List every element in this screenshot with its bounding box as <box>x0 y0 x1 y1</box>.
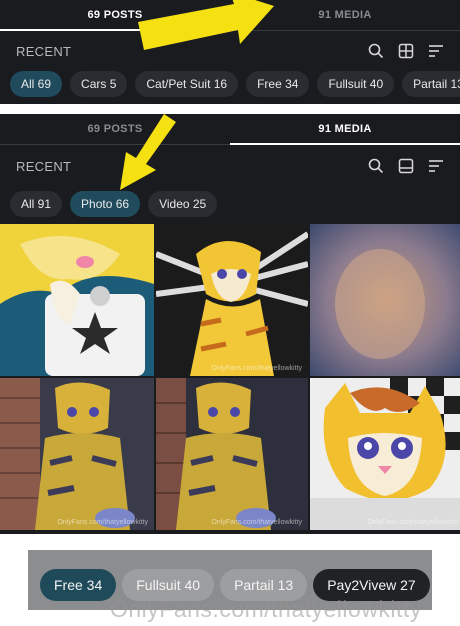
sort-label: RECENT <box>16 158 72 174</box>
sort-icon[interactable] <box>428 43 444 59</box>
list-icon[interactable] <box>398 158 414 174</box>
chip-all[interactable]: All 91 <box>10 191 63 217</box>
media-watermark: OnlyFans.com/thatyellowkitty <box>367 519 458 526</box>
tab-media[interactable]: 91 MEDIA <box>230 0 460 30</box>
tab-bar: 69 POSTS 91 MEDIA <box>0 114 460 145</box>
chip-partail[interactable]: Partail 13 <box>402 71 460 97</box>
media-thumbnail-blurred[interactable] <box>310 224 460 376</box>
tab-bar: 69 POSTS 91 MEDIA <box>0 0 460 31</box>
chip-fullsuit[interactable]: Fullsuit 40 <box>317 71 395 97</box>
media-watermark: OnlyFans.com/thatyellowkitty <box>211 365 302 372</box>
search-icon[interactable] <box>368 158 384 174</box>
filter-chips: All 69 Cars 5 Cat/Pet Suit 16 Free 34 Fu… <box>0 71 460 97</box>
chip-photo[interactable]: Photo 66 <box>70 191 141 217</box>
media-watermark: OnlyFans.com/thatyellowkitty <box>211 519 302 526</box>
chip-free[interactable]: Free 34 <box>246 71 310 97</box>
chip-all[interactable]: All 69 <box>10 71 63 97</box>
media-thumbnail[interactable] <box>0 224 154 376</box>
media-panel: 69 POSTS 91 MEDIA RECENT All 91 Photo 66… <box>0 114 460 534</box>
sort-icon[interactable] <box>428 158 444 174</box>
sort-label: RECENT <box>16 43 72 59</box>
toolbar: RECENT <box>0 31 460 71</box>
watermark-text: OnlyFans.com/thatyellowkitty <box>110 596 422 622</box>
media-grid: OnlyFans.com/thatyellowkitty OnlyFans.co… <box>0 224 460 530</box>
media-thumbnail[interactable]: OnlyFans.com/thatyellowkitty <box>156 378 308 530</box>
filter-chips: All 91 Photo 66 Video 25 <box>0 187 460 217</box>
search-icon[interactable] <box>368 43 384 59</box>
media-thumbnail[interactable]: OnlyFans.com/thatyellowkitty <box>310 378 460 530</box>
toolbar: RECENT <box>0 145 460 187</box>
media-watermark: OnlyFans.com/thatyellowkitty <box>57 519 148 526</box>
tab-posts[interactable]: 69 POSTS <box>0 114 230 144</box>
media-thumbnail[interactable]: OnlyFans.com/thatyellowkitty <box>0 378 154 530</box>
chip-cat-pet-suit[interactable]: Cat/Pet Suit 16 <box>135 71 239 97</box>
chip-cars[interactable]: Cars 5 <box>70 71 128 97</box>
chip-video[interactable]: Video 25 <box>148 191 218 217</box>
grid-icon[interactable] <box>398 43 414 59</box>
media-thumbnail[interactable]: OnlyFans.com/thatyellowkitty <box>156 224 308 376</box>
tab-posts[interactable]: 69 POSTS <box>0 0 230 31</box>
posts-panel: 69 POSTS 91 MEDIA RECENT All 69 Cars 5 C… <box>0 0 460 104</box>
chip-free[interactable]: Free 34 <box>40 569 117 601</box>
tab-media[interactable]: 91 MEDIA <box>230 114 460 145</box>
